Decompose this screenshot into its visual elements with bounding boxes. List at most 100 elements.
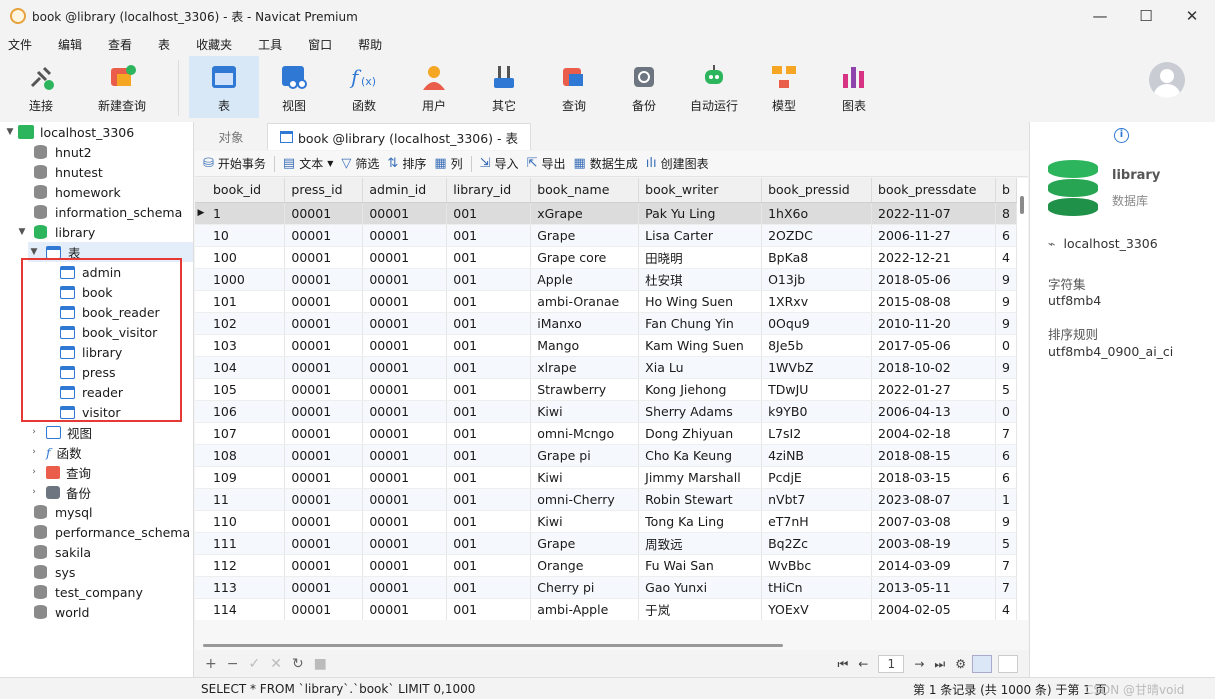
delete-record-button[interactable]: − — [227, 656, 239, 672]
column-header[interactable]: book_name — [530, 178, 640, 203]
begin-transaction-button[interactable]: ⛁ 开始事务 — [203, 155, 266, 172]
table-cell[interactable]: 9 — [995, 510, 1017, 533]
table-cell[interactable]: 00001 — [284, 356, 364, 379]
table-cell[interactable]: 2010-11-20 — [871, 312, 996, 335]
table-cell[interactable]: 2018-10-02 — [871, 356, 996, 379]
column-header[interactable]: press_id — [284, 178, 364, 203]
table-cell[interactable]: 001 — [446, 422, 532, 445]
column-header[interactable]: book_writer — [638, 178, 763, 203]
apply-changes-button[interactable]: ✓ — [248, 656, 260, 672]
table-cell[interactable]: 106 — [206, 400, 286, 423]
table-cell[interactable]: 1XRxv — [761, 290, 873, 313]
chevron-down-icon[interactable]: ▼ — [16, 227, 28, 237]
user-avatar[interactable] — [1149, 62, 1185, 98]
refresh-button[interactable]: ↻ — [292, 656, 304, 672]
table-cell[interactable]: 2004-02-05 — [871, 598, 996, 620]
table-cell[interactable]: 00001 — [284, 378, 364, 401]
table-cell[interactable]: 2013-05-11 — [871, 576, 996, 599]
table-cell[interactable]: Grape — [530, 224, 640, 247]
table-cell[interactable]: 2018-08-15 — [871, 444, 996, 467]
table-cell[interactable]: Grape — [530, 532, 640, 555]
table-row[interactable]: 113 00001 00001 001 Cherry pi Gao Yunxi tHiCn 2… — [195, 576, 1017, 599]
table-cell[interactable]: 107 — [206, 422, 286, 445]
tree-backups-group[interactable]: › 备份 — [28, 482, 91, 502]
next-page-button[interactable]: → — [914, 657, 924, 671]
table-cell[interactable]: omni-Cherry — [530, 488, 640, 511]
table-cell[interactable]: Kiwi — [530, 400, 640, 423]
table-cell[interactable]: 00001 — [362, 224, 448, 247]
table-row[interactable]: 1000 00001 00001 001 Apple 杜安琪 O13jb 2018-05-06… — [195, 268, 1017, 291]
stop-button[interactable]: ■ — [314, 656, 327, 672]
table-cell[interactable]: 001 — [446, 378, 532, 401]
table-cell[interactable]: 00001 — [362, 488, 448, 511]
menu-table[interactable]: 表 — [158, 36, 170, 53]
table-cell[interactable]: Ho Wing Suen — [638, 290, 763, 313]
prev-page-button[interactable]: ← — [858, 657, 868, 671]
table-cell[interactable]: 00001 — [284, 400, 364, 423]
toolbar-other-button[interactable]: 其它 — [469, 56, 539, 118]
table-cell[interactable]: WvBbc — [761, 554, 873, 577]
table-row[interactable]: 108 00001 00001 001 Grape pi Cho Ka Keung 4ziN… — [195, 444, 1017, 467]
table-row[interactable]: 109 00001 00001 001 Kiwi Jimmy Marshall PcdjE 2… — [195, 466, 1017, 489]
table-cell[interactable]: 00001 — [284, 510, 364, 533]
table-row[interactable]: 10 00001 00001 001 Grape Lisa Carter 2OZDC 2006… — [195, 224, 1017, 247]
table-cell[interactable]: Kiwi — [530, 466, 640, 489]
table-cell[interactable]: 001 — [446, 598, 532, 620]
close-button[interactable]: ✕ — [1169, 0, 1215, 32]
table-row[interactable]: 104 00001 00001 001 xlrape Xia Lu 1WVbZ 2018-10… — [195, 356, 1017, 379]
tree-db-item[interactable]: information_schema — [34, 202, 182, 222]
table-cell[interactable]: 00001 — [362, 598, 448, 620]
table-row[interactable]: 110 00001 00001 001 Kiwi Tong Ka Ling eT7nH 200… — [195, 510, 1017, 533]
data-generation-button[interactable]: ▦ 数据生成 — [573, 155, 637, 172]
table-cell[interactable]: Dong Zhiyuan — [638, 422, 763, 445]
table-cell[interactable]: 001 — [446, 290, 532, 313]
scroll-thumb[interactable] — [1020, 196, 1024, 214]
chevron-down-icon[interactable]: ▼ — [4, 127, 16, 137]
table-cell[interactable]: 109 — [206, 466, 286, 489]
table-cell[interactable]: Orange — [530, 554, 640, 577]
table-cell[interactable]: 001 — [446, 312, 532, 335]
table-row[interactable]: 112 00001 00001 001 Orange Fu Wai San WvBbc 201… — [195, 554, 1017, 577]
table-cell[interactable]: TDwJU — [761, 378, 873, 401]
table-cell[interactable]: 103 — [206, 334, 286, 357]
first-page-button[interactable]: ⏮ — [837, 657, 848, 672]
chevron-right-icon[interactable]: › — [28, 447, 40, 457]
table-cell[interactable]: 00001 — [284, 576, 364, 599]
table-cell[interactable]: 001 — [446, 510, 532, 533]
table-cell[interactable]: 00001 — [362, 532, 448, 555]
toolbar-function-button[interactable]: f (x) 函数 — [329, 56, 399, 118]
table-cell[interactable]: 00001 — [362, 246, 448, 269]
table-row[interactable]: 107 00001 00001 001 omni-Mcngo Dong Zhiyuan L7… — [195, 422, 1017, 445]
table-cell[interactable]: 00001 — [362, 400, 448, 423]
table-row[interactable]: 102 00001 00001 001 iManxo Fan Chung Yin 0Oqu9… — [195, 312, 1017, 335]
table-row[interactable]: 105 00001 00001 001 Strawberry Kong Jiehong TD… — [195, 378, 1017, 401]
menu-view[interactable]: 查看 — [108, 36, 132, 53]
table-cell[interactable]: Grape core — [530, 246, 640, 269]
column-header[interactable]: book_pressid — [761, 178, 873, 203]
tree-db-item[interactable]: mysql — [34, 502, 93, 522]
tree-db-item[interactable]: hnutest — [34, 162, 103, 182]
tree-db-item[interactable]: world — [34, 602, 89, 622]
tree-views-group[interactable]: › 视图 — [28, 422, 92, 442]
table-cell[interactable]: eT7nH — [761, 510, 873, 533]
table-row[interactable]: 11 00001 00001 001 omni-Cherry Robin Stewart n… — [195, 488, 1017, 511]
table-cell[interactable]: 00001 — [362, 312, 448, 335]
table-cell[interactable]: 00001 — [284, 532, 364, 555]
scroll-thumb[interactable] — [203, 644, 783, 647]
gear-icon[interactable]: ⚙ — [955, 657, 966, 671]
column-header[interactable]: book_id — [206, 178, 286, 203]
table-cell[interactable]: 4 — [995, 246, 1017, 269]
table-cell[interactable]: Kam Wing Suen — [638, 334, 763, 357]
minimize-button[interactable]: — — [1077, 0, 1123, 32]
table-cell[interactable]: PcdjE — [761, 466, 873, 489]
table-cell[interactable]: 8 — [995, 202, 1017, 225]
table-cell[interactable]: xlrape — [530, 356, 640, 379]
tab-objects[interactable]: 对象 — [195, 123, 267, 150]
table-cell[interactable]: 00001 — [362, 444, 448, 467]
table-cell[interactable]: 2003-08-19 — [871, 532, 996, 555]
table-cell[interactable]: Xia Lu — [638, 356, 763, 379]
table-cell[interactable]: 8Je5b — [761, 334, 873, 357]
table-cell[interactable]: ambi-Oranae — [530, 290, 640, 313]
table-cell[interactable]: 001 — [446, 268, 532, 291]
table-cell[interactable]: 周致远 — [638, 532, 763, 555]
